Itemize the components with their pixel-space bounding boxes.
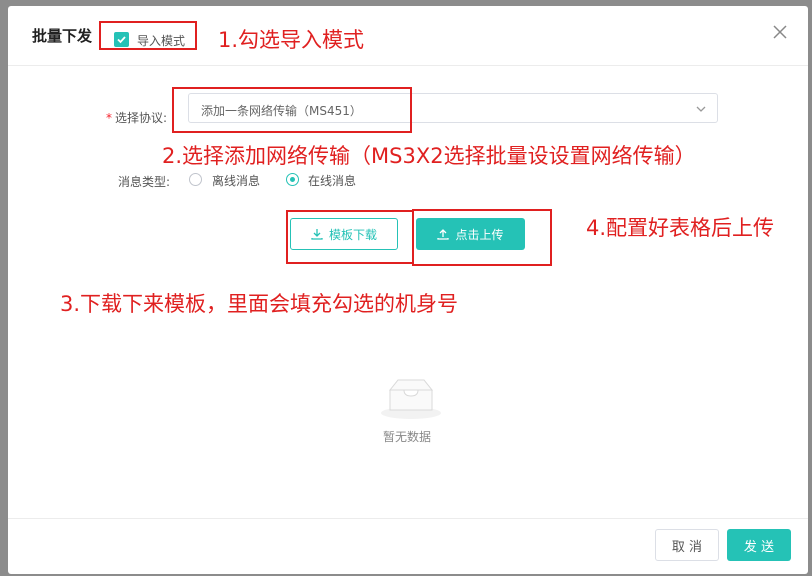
annotation-step-1: 1.勾选导入模式 — [218, 28, 365, 52]
required-mark: * — [106, 111, 112, 125]
radio-online[interactable] — [286, 173, 299, 186]
annotation-step-2: 2.选择添加网络传输（MS3X2选择批量设设置网络传输） — [162, 144, 696, 168]
cancel-button[interactable]: 取 消 — [655, 529, 719, 561]
chevron-down-icon — [695, 100, 707, 119]
annotation-box-upload — [412, 209, 552, 266]
annotation-box-template — [286, 210, 414, 264]
annotation-box-import-mode — [99, 21, 197, 50]
dialog-title: 批量下发 — [32, 27, 93, 45]
radio-offline-label[interactable]: 离线消息 — [212, 172, 260, 189]
annotation-box-protocol — [172, 87, 412, 133]
empty-box-icon — [380, 376, 442, 424]
header-divider — [8, 65, 808, 66]
annotation-step-4: 4.配置好表格后上传 — [586, 216, 775, 240]
radio-offline[interactable] — [189, 173, 202, 186]
annotation-step-3: 3.下载下来模板，里面会填充勾选的机身号 — [60, 292, 459, 316]
message-type-label: 消息类型: — [118, 175, 171, 189]
protocol-label: * 选择协议: — [106, 111, 168, 125]
empty-text: 暂无数据 — [383, 430, 432, 444]
send-button[interactable]: 发 送 — [727, 529, 791, 561]
radio-online-label[interactable]: 在线消息 — [308, 172, 356, 189]
footer-divider — [8, 518, 808, 519]
close-icon[interactable] — [773, 22, 787, 42]
